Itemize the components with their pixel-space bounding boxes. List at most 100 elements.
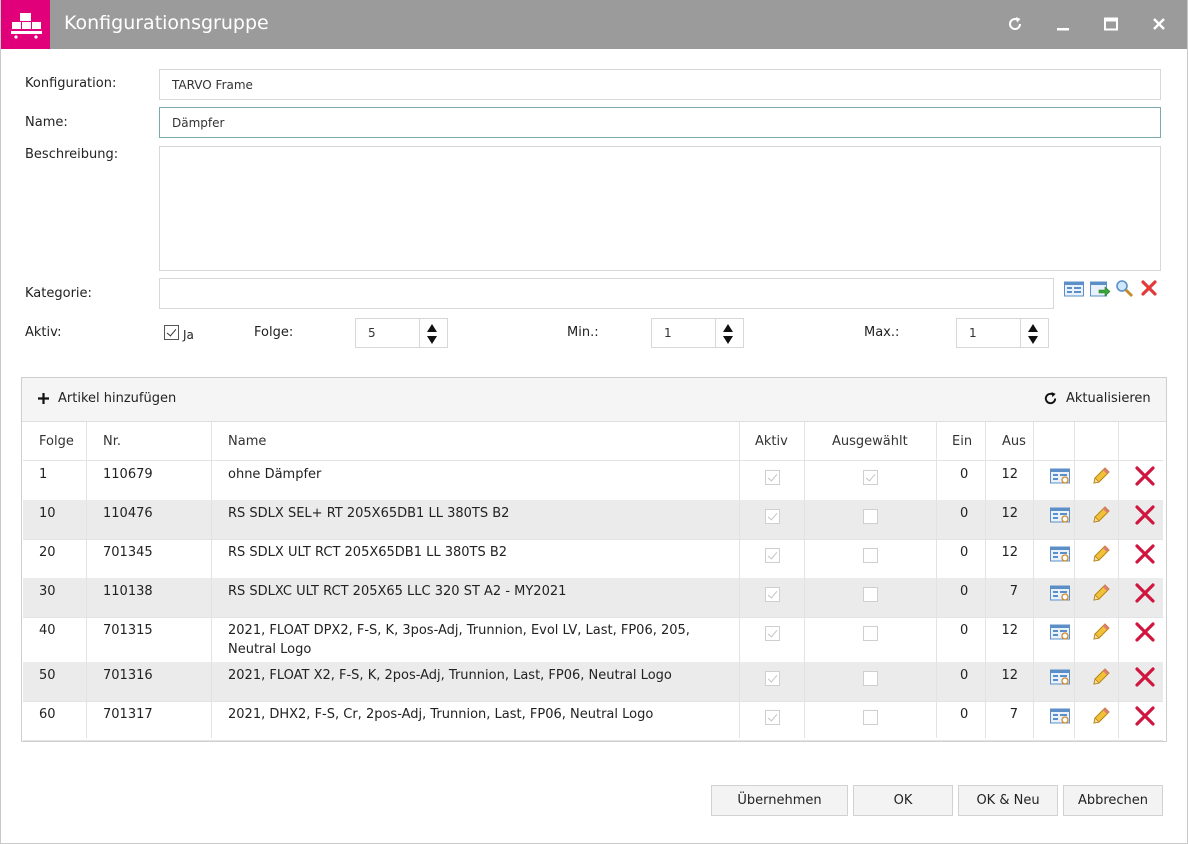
- row-delete-icon[interactable]: [1134, 543, 1156, 565]
- cell-ein: 0: [960, 545, 969, 560]
- row-edit-pencil-icon[interactable]: [1090, 621, 1112, 643]
- cell-aktiv-checkbox: [765, 710, 780, 725]
- col-header-ausgewaehlt[interactable]: Ausgewählt: [832, 434, 908, 449]
- kategorie-goto-icon[interactable]: [1089, 278, 1111, 300]
- cell-aus: 12: [1001, 545, 1018, 560]
- row-details-icon[interactable]: [1049, 543, 1071, 565]
- cell-aus: 7: [1009, 584, 1018, 599]
- row-edit-pencil-icon[interactable]: [1090, 582, 1112, 604]
- ok-button[interactable]: OK: [853, 785, 953, 816]
- cell-nr: 701317: [103, 707, 153, 722]
- kategorie-input[interactable]: [159, 278, 1054, 309]
- col-header-ein[interactable]: Ein: [952, 434, 972, 449]
- table-row[interactable]: 40 701315 2021, FLOAT DPX2, F-S, K, 3pos-A…: [23, 617, 1163, 662]
- row-edit-pencil-icon[interactable]: [1090, 465, 1112, 487]
- cell-folge: 1: [39, 467, 48, 482]
- minimize-icon[interactable]: [1051, 12, 1075, 36]
- cell-aus: 12: [1001, 668, 1018, 683]
- aktiv-checkbox-text: Ja: [183, 328, 194, 342]
- folge-down-arrow-icon[interactable]: [427, 336, 437, 344]
- col-header-name[interactable]: Name: [228, 434, 266, 449]
- row-edit-pencil-icon[interactable]: [1090, 666, 1112, 688]
- aktiv-checkbox[interactable]: [164, 325, 179, 340]
- aktiv-label: Aktiv:: [25, 325, 62, 340]
- row-delete-icon[interactable]: [1134, 582, 1156, 604]
- row-details-icon[interactable]: [1049, 705, 1071, 727]
- table-row[interactable]: 1 110679 ohne Dämpfer 0 12: [23, 461, 1163, 500]
- table-row[interactable]: 60 701317 2021, DHX2, F-S, Cr, 2pos-Adj, T…: [23, 701, 1163, 740]
- cell-nr: 110679: [103, 467, 153, 482]
- row-delete-icon[interactable]: [1134, 705, 1156, 727]
- beschreibung-textarea[interactable]: [159, 146, 1161, 271]
- row-edit-pencil-icon[interactable]: [1090, 705, 1112, 727]
- ok-and-new-button[interactable]: OK & Neu: [958, 785, 1058, 816]
- table-row[interactable]: 10 110476 RS SDLX SEL+ RT 205X65DB1 LL 380…: [23, 500, 1163, 539]
- min-down-arrow-icon[interactable]: [723, 336, 733, 344]
- refresh-icon: [1044, 391, 1057, 405]
- min-up-arrow-icon[interactable]: [723, 324, 733, 332]
- max-value: 1: [969, 326, 977, 340]
- folge-spinner[interactable]: 5: [355, 318, 448, 348]
- col-header-folge[interactable]: Folge: [39, 434, 74, 449]
- abbrechen-button[interactable]: Abbrechen: [1063, 785, 1163, 816]
- max-up-arrow-icon[interactable]: [1028, 324, 1038, 332]
- row-delete-icon[interactable]: [1134, 621, 1156, 643]
- cell-ein: 0: [960, 623, 969, 638]
- add-article-button[interactable]: Artikel hinzufügen: [37, 391, 176, 406]
- cell-folge: 40: [39, 623, 56, 638]
- table-row[interactable]: 30 110138 RS SDLXC ULT RCT 205X65 LLC 320 …: [23, 578, 1163, 617]
- cell-folge: 20: [39, 545, 56, 560]
- kategorie-clear-icon[interactable]: [1139, 278, 1161, 300]
- konfiguration-value: TARVO Frame: [172, 77, 253, 92]
- table-row[interactable]: 50 701316 2021, FLOAT X2, F-S, K, 2pos-Adj…: [23, 662, 1163, 701]
- col-header-aktiv[interactable]: Aktiv: [755, 434, 788, 449]
- cell-folge: 60: [39, 707, 56, 722]
- name-input[interactable]: Dämpfer: [159, 107, 1161, 138]
- row-delete-icon[interactable]: [1134, 666, 1156, 688]
- row-delete-icon[interactable]: [1134, 504, 1156, 526]
- refresh-window-icon[interactable]: [1003, 12, 1027, 36]
- cell-folge: 30: [39, 584, 56, 599]
- row-details-icon[interactable]: [1049, 666, 1071, 688]
- col-header-nr[interactable]: Nr.: [103, 434, 121, 449]
- min-spinner[interactable]: 1: [651, 318, 744, 348]
- row-edit-pencil-icon[interactable]: [1090, 504, 1112, 526]
- refresh-button[interactable]: Aktualisieren: [1043, 391, 1151, 406]
- folge-up-arrow-icon[interactable]: [427, 324, 437, 332]
- app-logo-icon: [1, 0, 50, 49]
- cell-aus: 12: [1001, 506, 1018, 521]
- row-delete-icon[interactable]: [1134, 465, 1156, 487]
- cell-ausgewaehlt-checkbox: [863, 710, 878, 725]
- cell-ausgewaehlt-checkbox: [863, 509, 878, 524]
- uebernehmen-button[interactable]: Übernehmen: [711, 785, 848, 816]
- kategorie-list-icon[interactable]: [1063, 278, 1085, 300]
- row-details-icon[interactable]: [1049, 465, 1071, 487]
- cell-ausgewaehlt-checkbox: [863, 626, 878, 641]
- row-details-icon[interactable]: [1049, 621, 1071, 643]
- refresh-label: Aktualisieren: [1066, 391, 1151, 406]
- table-row[interactable]: 20 701345 RS SDLX ULT RCT 205X65DB1 LL 380…: [23, 539, 1163, 578]
- max-spinner[interactable]: 1: [956, 318, 1049, 348]
- cell-aktiv-checkbox: [765, 587, 780, 602]
- min-label: Min.:: [567, 325, 599, 340]
- konfiguration-field[interactable]: TARVO Frame: [159, 69, 1161, 100]
- cell-ausgewaehlt-checkbox: [863, 548, 878, 563]
- row-edit-pencil-icon[interactable]: [1090, 543, 1112, 565]
- cell-aus: 7: [1009, 707, 1018, 722]
- add-article-label: Artikel hinzufügen: [58, 391, 177, 406]
- cell-aktiv-checkbox: [765, 671, 780, 686]
- max-down-arrow-icon[interactable]: [1028, 336, 1038, 344]
- maximize-icon[interactable]: [1099, 12, 1123, 36]
- cell-name: 2021, FLOAT X2, F-S, K, 2pos-Adj, Trunni…: [228, 668, 672, 683]
- cell-ausgewaehlt-checkbox: [863, 587, 878, 602]
- row-details-icon[interactable]: [1049, 582, 1071, 604]
- row-details-icon[interactable]: [1049, 504, 1071, 526]
- folge-label: Folge:: [254, 325, 294, 340]
- kategorie-search-icon[interactable]: [1114, 278, 1136, 300]
- col-header-aus[interactable]: Aus: [1002, 434, 1026, 449]
- cell-folge: 50: [39, 668, 56, 683]
- cell-aktiv-checkbox: [765, 509, 780, 524]
- beschreibung-label: Beschreibung:: [25, 147, 119, 162]
- title-bar[interactable]: Konfigurationsgruppe: [1, 0, 1187, 49]
- close-icon[interactable]: [1147, 12, 1171, 36]
